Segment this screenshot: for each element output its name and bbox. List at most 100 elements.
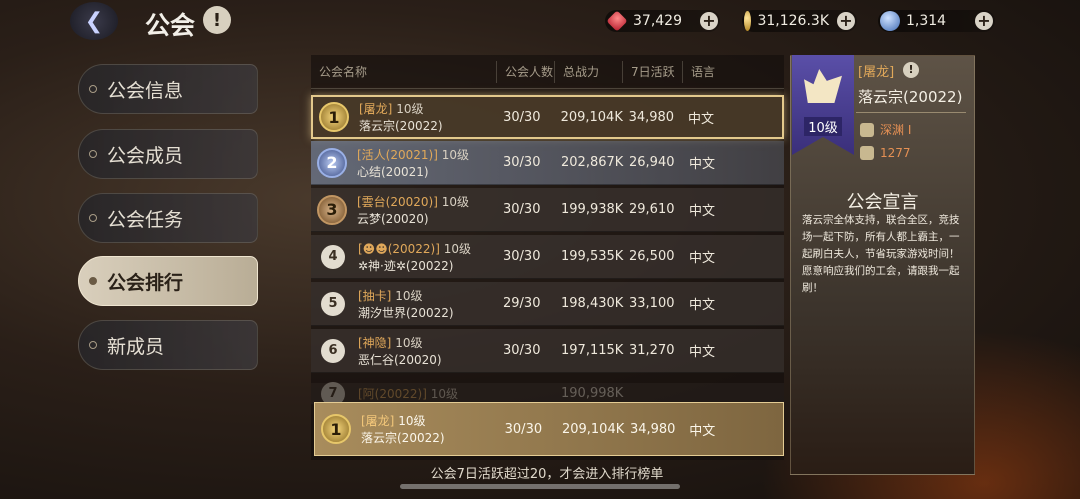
currency-gold: 31,126.3K + xyxy=(742,10,857,32)
activity: 33,100 xyxy=(629,296,675,311)
guild-name-cell: 2 [活人(20021)] 10级 心结(20021) xyxy=(311,146,497,180)
page-title: 公会 xyxy=(145,11,196,40)
detail-help-button[interactable]: ! xyxy=(903,62,919,78)
guild-name-cell: 5 [抽卡] 10级 潮汐世界(20022) xyxy=(311,287,497,321)
guild-tag: [抽卡] xyxy=(358,288,392,303)
sidebar-item-label: 公会任务 xyxy=(107,208,184,231)
language: 中文 xyxy=(689,423,716,439)
table-header: 公会名称 公会人数 总战力 7日活跃 语言 xyxy=(311,55,784,89)
guild-name: 落云宗(20022) xyxy=(359,119,443,133)
table-row[interactable]: 1 [屠龙] 10级 落云宗(20022) 30/30 209,104K 34,… xyxy=(311,95,784,139)
guild-level: 10级 xyxy=(395,288,423,303)
table-row[interactable]: 4 [☻☻(20022)] 10级 ✲神·迹✲(20022) 30/30 199… xyxy=(311,235,784,279)
guild-name: 心结(20021) xyxy=(357,164,429,179)
member-count: 30/30 xyxy=(503,155,541,170)
language: 中文 xyxy=(689,204,716,219)
ranking-table: 公会名称 公会人数 总战力 7日活跃 语言 1 [屠龙] 10级 落云宗(200… xyxy=(311,55,784,460)
bullet-icon xyxy=(89,214,97,222)
guild-tag: [阿(20022)] xyxy=(358,387,427,401)
gold-amount: 31,126.3K xyxy=(757,13,829,29)
guild-tag: [屠龙] xyxy=(361,414,395,428)
rank-badge: 1 xyxy=(319,102,349,132)
guild-tag: [雲台(20020)] xyxy=(357,194,438,209)
language: 中文 xyxy=(689,157,716,172)
sidebar-item-guild-info[interactable]: 公会信息 xyxy=(78,64,258,114)
guild-tag: [屠龙] xyxy=(359,102,393,116)
sidebar-item-new-members[interactable]: 新成员 xyxy=(78,320,258,370)
guild-level: 10级 xyxy=(398,414,426,428)
gold-coin-icon xyxy=(744,11,752,31)
guild-tag: [神隐] xyxy=(358,335,392,350)
bullet-icon xyxy=(89,85,97,93)
home-indicator xyxy=(400,484,680,489)
rank-badge: 4 xyxy=(321,244,345,269)
guild-name: 潮汐世界(20022) xyxy=(358,305,454,320)
declaration-title: 公会宣言 xyxy=(846,192,919,213)
ruby-amount: 37,429 xyxy=(633,13,682,29)
detail-guild-name: 落云宗(20022) xyxy=(858,88,963,106)
rank-badge: 3 xyxy=(317,194,347,225)
wolf-emblem-icon xyxy=(804,69,842,103)
guild-level: 10级 xyxy=(441,147,470,162)
guild-name-cell: 1 [屠龙] 10级 落云宗(20022) xyxy=(315,412,499,446)
sidebar-item-label: 公会排行 xyxy=(107,271,184,294)
table-row[interactable]: 2 [活人(20021)] 10级 心结(20021) 30/30 202,86… xyxy=(311,141,784,185)
total-power: 209,104K xyxy=(561,421,625,437)
guild-name-cell: 4 [☻☻(20022)] 10级 ✲神·迹✲(20022) xyxy=(311,240,497,274)
detail-guild-tag: [屠龙] xyxy=(858,65,895,80)
member-count: 30/30 xyxy=(503,202,541,217)
shield-icon xyxy=(860,122,874,137)
header-power: 总战力 xyxy=(555,60,623,83)
total-power: 199,938K xyxy=(561,202,624,217)
guild-name-cell: 6 [神隐] 10级 恶仁谷(20020) xyxy=(311,334,497,368)
header-guild-name: 公会名称 xyxy=(311,60,497,83)
member-count: 30/30 xyxy=(503,249,541,264)
add-gold-button[interactable]: + xyxy=(837,12,855,30)
total-power: 209,104K xyxy=(560,109,623,125)
add-ruby-button[interactable]: + xyxy=(700,12,718,30)
language: 中文 xyxy=(689,298,716,313)
activity: 29,610 xyxy=(629,202,675,217)
table-row[interactable]: 3 [雲台(20020)] 10级 云梦(20020) 30/30 199,93… xyxy=(311,188,784,232)
header-language: 语言 xyxy=(691,64,716,79)
guild-name: 云梦(20020) xyxy=(357,211,429,226)
sidebar-item-label: 公会成员 xyxy=(107,144,184,167)
guild-name-cell: 3 [雲台(20020)] 10级 云梦(20020) xyxy=(311,193,497,227)
member-count: 30/30 xyxy=(504,421,543,437)
table-row[interactable]: 6 [神隐] 10级 恶仁谷(20020) 30/30 197,115K 31,… xyxy=(311,329,784,373)
activity: 34,980 xyxy=(628,109,675,125)
total-power: 190,998K xyxy=(561,386,624,401)
add-gem-button[interactable]: + xyxy=(975,12,993,30)
language: 中文 xyxy=(688,111,715,127)
stat-value: 深渊 I xyxy=(880,123,912,137)
declaration-text: 落云宗全体支持，联合全区，竞技场一起下防，所有人都上霸主，一起刷白夫人，节省玩家… xyxy=(802,214,960,294)
back-button[interactable]: ❮ xyxy=(70,2,118,40)
member-count: 30/30 xyxy=(503,343,541,358)
activity: 31,270 xyxy=(629,343,675,358)
total-power: 197,115K xyxy=(561,343,624,358)
header-members: 公会人数 xyxy=(497,60,555,83)
sidebar-item-guild-ranking[interactable]: 公会排行 xyxy=(78,256,258,306)
guild-level: 10级 xyxy=(441,194,470,209)
ruby-icon xyxy=(606,10,628,32)
rank-badge: 1 xyxy=(321,414,351,444)
sidebar-item-guild-members[interactable]: 公会成员 xyxy=(78,129,258,179)
rank-badge: 5 xyxy=(321,291,345,316)
sidebar-item-guild-tasks[interactable]: 公会任务 xyxy=(78,193,258,243)
activity: 26,940 xyxy=(629,155,675,170)
sidebar-item-label: 公会信息 xyxy=(107,79,184,102)
my-guild-row[interactable]: 1 [屠龙] 10级 落云宗(20022) 30/30 209,104K 34,… xyxy=(314,402,784,456)
total-power: 199,535K xyxy=(561,249,624,264)
help-button[interactable]: ! xyxy=(203,6,231,34)
rank-badge: 2 xyxy=(317,147,347,178)
guild-tag: [活人(20021)] xyxy=(357,147,438,162)
guild-level: 10级 xyxy=(395,335,423,350)
bullet-icon xyxy=(89,277,97,285)
bullet-icon xyxy=(89,341,97,349)
gem-icon xyxy=(880,11,900,31)
guild-tag: [☻☻(20022)] xyxy=(358,241,440,256)
language: 中文 xyxy=(689,345,716,360)
table-row[interactable]: 5 [抽卡] 10级 潮汐世界(20022) 29/30 198,430K 33… xyxy=(311,282,784,326)
guild-name: 恶仁谷(20020) xyxy=(358,352,442,367)
divider xyxy=(856,112,966,113)
